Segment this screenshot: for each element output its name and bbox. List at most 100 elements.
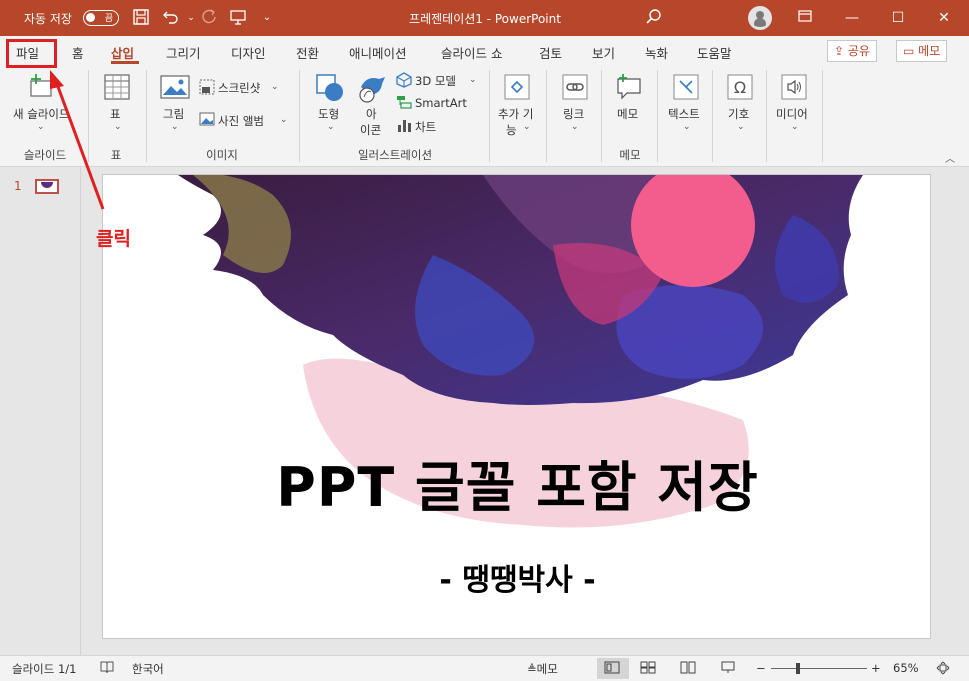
table-dropdown-icon[interactable]: ⌄ xyxy=(114,122,122,132)
tab-record[interactable]: 녹화 xyxy=(645,43,668,62)
share-button[interactable]: ⇪ 공유 xyxy=(827,40,877,62)
media-dropdown-icon[interactable]: ⌄ xyxy=(791,122,799,132)
comments-button[interactable]: ▭ 메모 xyxy=(896,40,948,62)
tab-transitions[interactable]: 전환 xyxy=(296,43,319,62)
smartart-icon[interactable] xyxy=(396,94,412,114)
pictures-icon[interactable] xyxy=(160,75,190,103)
3d-model-dropdown-icon[interactable]: ⌄ xyxy=(469,75,477,85)
language[interactable]: 한국어 xyxy=(132,661,164,677)
smartart-label[interactable]: SmartArt xyxy=(415,96,467,110)
autosave-toggle[interactable]: 끔 xyxy=(83,10,119,26)
tab-animations[interactable]: 애니메이션 xyxy=(349,43,407,62)
link-icon[interactable] xyxy=(561,73,589,105)
thumbnail-number: 1 xyxy=(14,179,22,193)
photo-album-label[interactable]: 사진 앨범 xyxy=(218,113,264,129)
comment-icon: ▭ xyxy=(903,44,919,58)
ribbon-tabs: 파일 홈 삽입 그리기 디자인 전환 애니메이션 슬라이드 쇼 검토 보기 녹화… xyxy=(0,36,969,66)
zoom-level[interactable]: 65% xyxy=(893,661,919,675)
speaker-icon[interactable] xyxy=(780,73,808,105)
photo-album-icon[interactable] xyxy=(199,111,215,131)
zoom-out-icon[interactable]: − xyxy=(756,661,766,675)
tab-insert[interactable]: 삽입 xyxy=(111,43,134,62)
share-icon: ⇪ xyxy=(834,44,848,58)
new-slide-icon[interactable] xyxy=(28,73,54,103)
icons-label-1[interactable]: 아 xyxy=(366,106,377,122)
slide-canvas[interactable]: PPT 글꼴 포함 저장 - 땡땡박사 - xyxy=(102,174,931,639)
slide-sorter-icon[interactable] xyxy=(640,661,656,677)
slide-thumbnail-pane: 1 xyxy=(0,167,81,655)
text-icon[interactable] xyxy=(672,73,700,105)
new-slide-dropdown-icon[interactable]: ⌄ xyxy=(37,122,45,132)
add-ins-label-2[interactable]: 능 xyxy=(506,122,517,138)
chart-icon[interactable] xyxy=(396,117,412,137)
add-ins-label-1[interactable]: 추가 기 xyxy=(498,106,533,122)
screenshot-dropdown-icon[interactable]: ⌄ xyxy=(271,82,279,92)
svg-text:Ω: Ω xyxy=(734,78,746,97)
normal-view-icon[interactable] xyxy=(604,661,620,677)
add-ins-dropdown-icon[interactable]: ⌄ xyxy=(523,122,531,132)
tab-design[interactable]: 디자인 xyxy=(231,43,266,62)
text-label[interactable]: 텍스트 xyxy=(668,106,700,122)
fit-to-window-icon[interactable] xyxy=(936,661,950,678)
ribbon-display-icon[interactable] xyxy=(790,6,820,30)
separator xyxy=(489,70,490,162)
photo-album-dropdown-icon[interactable]: ⌄ xyxy=(280,115,288,125)
tab-view[interactable]: 보기 xyxy=(592,43,615,62)
slide-title[interactable]: PPT 글꼴 포함 저장 xyxy=(103,443,930,522)
save-icon[interactable] xyxy=(131,8,151,28)
separator xyxy=(712,70,713,162)
3d-model-icon[interactable] xyxy=(396,72,412,92)
maximize-icon[interactable]: ☐ xyxy=(883,6,913,30)
link-label[interactable]: 링크 xyxy=(563,106,584,122)
slide-thumbnail[interactable] xyxy=(35,179,59,194)
tab-slideshow[interactable]: 슬라이드 쇼 xyxy=(441,43,502,62)
close-icon[interactable]: ✕ xyxy=(929,6,959,30)
separator xyxy=(299,70,300,162)
tab-help[interactable]: 도움말 xyxy=(697,43,732,62)
text-dropdown-icon[interactable]: ⌄ xyxy=(683,122,691,132)
3d-model-label[interactable]: 3D 모델 xyxy=(415,73,456,89)
collapse-ribbon-icon[interactable]: ︿ xyxy=(945,150,955,165)
table-icon[interactable] xyxy=(103,73,131,105)
table-label[interactable]: 표 xyxy=(110,106,121,122)
customize-icon[interactable]: ⌄ xyxy=(257,8,277,28)
comment-label[interactable]: 메모 xyxy=(617,106,638,122)
shapes-icon[interactable] xyxy=(315,73,345,107)
undo-icon[interactable] xyxy=(161,8,181,28)
screenshot-label[interactable]: 스크린샷 xyxy=(218,80,260,96)
pictures-dropdown-icon[interactable]: ⌄ xyxy=(171,122,179,132)
shapes-label[interactable]: 도형 xyxy=(318,106,339,122)
new-comment-icon[interactable] xyxy=(615,73,643,105)
reading-view-icon[interactable] xyxy=(680,661,696,677)
tab-draw[interactable]: 그리기 xyxy=(166,43,201,62)
icons-label-2[interactable]: 이콘 xyxy=(360,122,381,138)
search-icon[interactable] xyxy=(644,8,664,28)
new-slide-label[interactable]: 새 슬라이드 xyxy=(13,106,70,122)
present-icon[interactable] xyxy=(228,8,248,28)
pictures-label[interactable]: 그림 xyxy=(163,106,184,122)
symbols-label[interactable]: 기호 xyxy=(728,106,749,122)
symbols-dropdown-icon[interactable]: ⌄ xyxy=(737,122,745,132)
zoom-slider[interactable] xyxy=(771,668,867,669)
add-ins-icon[interactable] xyxy=(503,73,531,105)
spellcheck-icon[interactable] xyxy=(100,661,114,677)
zoom-slider-thumb[interactable] xyxy=(796,663,800,674)
notes-button[interactable]: ≜메모 xyxy=(527,661,558,677)
chart-label[interactable]: 차트 xyxy=(415,119,436,135)
redo-icon[interactable] xyxy=(199,8,219,28)
slideshow-view-icon[interactable] xyxy=(720,661,736,677)
minimize-icon[interactable]: — xyxy=(837,6,867,30)
tab-home[interactable]: 홈 xyxy=(72,43,84,62)
icons-icon[interactable] xyxy=(357,73,387,107)
shapes-dropdown-icon[interactable]: ⌄ xyxy=(327,122,335,132)
omega-symbol-icon[interactable]: Ω xyxy=(726,73,754,105)
slide-subtitle[interactable]: - 땡땡박사 - xyxy=(103,555,930,599)
link-dropdown-icon[interactable]: ⌄ xyxy=(571,122,579,132)
group-illustrations: 일러스트레이션 xyxy=(357,148,433,162)
media-label[interactable]: 미디어 xyxy=(776,106,808,122)
screenshot-icon[interactable] xyxy=(199,79,215,99)
zoom-in-icon[interactable]: + xyxy=(871,661,881,675)
user-icon[interactable] xyxy=(748,6,772,30)
undo-dropdown-icon[interactable]: ⌄ xyxy=(181,8,201,28)
tab-review[interactable]: 검토 xyxy=(539,43,562,62)
